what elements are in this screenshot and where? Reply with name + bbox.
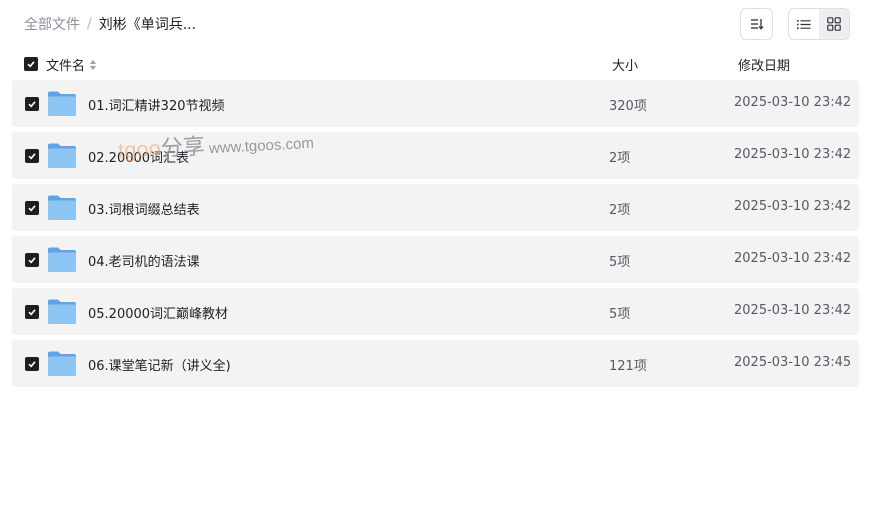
breadcrumb-separator: / [87, 16, 92, 32]
table-row[interactable]: 04.老司机的语法课 5项 2025-03-10 23:42 [12, 236, 859, 283]
file-list: 01.词汇精讲320节视频 320项 2025-03-10 23:42 02.2000… [12, 80, 859, 392]
file-date: 2025-03-10 23:42 [734, 303, 852, 318]
row-checkbox[interactable] [25, 357, 39, 371]
file-size: 2项 [609, 203, 631, 218]
grid-view-button[interactable] [819, 9, 849, 39]
check-icon [28, 153, 36, 160]
table-row[interactable]: 06.课堂笔记新（讲义全) 121项 2025-03-10 23:45 [12, 340, 859, 387]
check-icon [28, 361, 36, 368]
table-row[interactable]: 01.词汇精讲320节视频 320项 2025-03-10 23:42 [12, 80, 859, 127]
table-header: 文件名 大小 修改日期 [0, 50, 874, 78]
view-toggle [788, 8, 850, 40]
sort-icon [750, 19, 763, 30]
file-name[interactable]: 01.词汇精讲320节视频 [88, 95, 225, 114]
file-size: 320项 [609, 99, 647, 114]
file-date: 2025-03-10 23:45 [734, 355, 852, 370]
row-checkbox[interactable] [25, 97, 39, 111]
file-size: 5项 [609, 307, 631, 322]
list-view-button[interactable] [789, 9, 819, 39]
file-name[interactable]: 06.课堂笔记新（讲义全) [88, 355, 231, 374]
file-date: 2025-03-10 23:42 [734, 95, 852, 110]
list-view-icon [797, 19, 811, 29]
file-date: 2025-03-10 23:42 [734, 147, 852, 162]
check-icon [28, 205, 36, 212]
file-size: 2项 [609, 151, 631, 166]
folder-icon [48, 91, 76, 116]
top-bar: 全部文件 / 刘彬《单词兵... [0, 0, 874, 48]
sort-button[interactable] [740, 8, 773, 40]
folder-icon [48, 247, 76, 272]
folder-icon [48, 195, 76, 220]
file-name[interactable]: 04.老司机的语法课 [88, 251, 200, 270]
row-checkbox[interactable] [25, 201, 39, 215]
folder-icon [48, 351, 76, 376]
column-header-size[interactable]: 大小 [612, 55, 638, 74]
row-checkbox[interactable] [25, 253, 39, 267]
table-row[interactable]: 03.词根词缀总结表 2项 2025-03-10 23:42 [12, 184, 859, 231]
column-header-name-label: 文件名 [46, 59, 86, 74]
row-checkbox[interactable] [25, 305, 39, 319]
check-icon [28, 101, 36, 108]
file-size: 121项 [609, 359, 647, 374]
column-header-date[interactable]: 修改日期 [738, 55, 790, 74]
folder-icon [48, 299, 76, 324]
check-icon [28, 257, 36, 264]
row-checkbox[interactable] [25, 149, 39, 163]
table-row[interactable]: 02.20000词汇表 2项 2025-03-10 23:42 [12, 132, 859, 179]
check-icon [27, 61, 35, 68]
sort-arrows-icon [90, 59, 97, 70]
breadcrumb-root-link[interactable]: 全部文件 [24, 14, 80, 34]
file-date: 2025-03-10 23:42 [734, 251, 852, 266]
file-name[interactable]: 03.词根词缀总结表 [88, 199, 200, 218]
select-all-checkbox[interactable] [24, 57, 38, 71]
breadcrumb: 全部文件 / 刘彬《单词兵... [24, 14, 196, 34]
folder-icon [48, 143, 76, 168]
check-icon [28, 309, 36, 316]
file-name[interactable]: 05.20000词汇巅峰教材 [88, 303, 228, 322]
file-size: 5项 [609, 255, 631, 270]
file-name[interactable]: 02.20000词汇表 [88, 147, 189, 166]
column-header-name[interactable]: 文件名 [46, 55, 97, 74]
grid-view-icon [827, 17, 841, 31]
table-row[interactable]: 05.20000词汇巅峰教材 5项 2025-03-10 23:42 [12, 288, 859, 335]
breadcrumb-current: 刘彬《单词兵... [98, 17, 197, 33]
file-date: 2025-03-10 23:42 [734, 199, 852, 214]
